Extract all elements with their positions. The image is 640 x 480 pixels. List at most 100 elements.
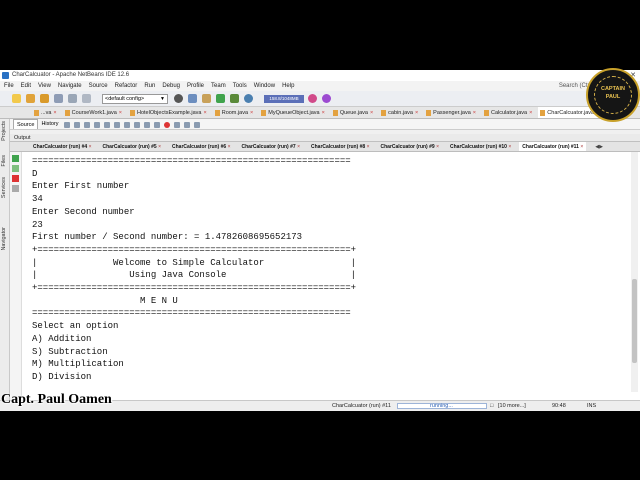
close-tab-icon[interactable]: × — [297, 144, 300, 150]
file-tab[interactable]: Queue.java × — [331, 107, 377, 118]
close-tab-icon[interactable]: × — [228, 144, 231, 150]
memory-meter[interactable]: 158.8/1048MB — [264, 94, 304, 103]
tab-scroll-icon[interactable]: ◀▶ — [595, 142, 603, 151]
uncomment-icon[interactable] — [193, 121, 200, 128]
run-tab[interactable]: CharCalcuator (run) #9 × — [378, 142, 443, 151]
run-tab-active[interactable]: CharCalcuator (run) #11 × — [519, 142, 587, 151]
file-tab[interactable]: MyQueueObject.java × — [259, 107, 329, 118]
java-file-icon — [381, 110, 387, 116]
close-tab-icon[interactable]: × — [508, 144, 511, 150]
run-tab-label: CharCalcuator (run) #8 — [311, 144, 366, 150]
file-tab[interactable]: CourseWork1.java × — [63, 107, 126, 118]
menu-refactor[interactable]: Refactor — [115, 81, 138, 91]
gc-icon[interactable] — [308, 94, 317, 103]
debug-icon[interactable] — [230, 94, 239, 103]
menu-view[interactable]: View — [38, 81, 51, 91]
prev-occurrence-icon[interactable] — [103, 121, 110, 128]
shift-right-icon[interactable] — [153, 121, 160, 128]
tab-source[interactable]: Source — [13, 119, 39, 129]
toggle-highlight-icon[interactable] — [123, 121, 130, 128]
find-icon[interactable] — [93, 121, 100, 128]
run-tab[interactable]: CharCalcuator (run) #10 × — [447, 142, 514, 151]
run-icon[interactable] — [216, 94, 225, 103]
status-task[interactable]: CharCalcuator (run) #11 — [332, 401, 391, 411]
shift-left-icon[interactable] — [143, 121, 150, 128]
console-output[interactable]: ========================================… — [32, 155, 622, 397]
toggle-bookmark-icon[interactable] — [133, 121, 140, 128]
undo-icon[interactable] — [68, 94, 77, 103]
new-file-icon[interactable] — [12, 94, 21, 103]
run-tab[interactable]: CharCalcuator (run) #5 × — [100, 142, 165, 151]
console-scrollbar[interactable] — [631, 152, 638, 392]
redo-icon[interactable] — [82, 94, 91, 103]
close-tab-icon[interactable]: × — [250, 110, 253, 116]
menu-window[interactable]: Window — [254, 81, 275, 91]
close-tab-icon[interactable]: × — [89, 144, 92, 150]
letterbox-top — [0, 0, 640, 70]
run-tab[interactable]: CharCalcuator (run) #4 × — [30, 142, 95, 151]
sidebar-navigator[interactable]: Navigator — [1, 227, 7, 251]
close-tab-icon[interactable]: × — [436, 144, 439, 150]
rerun-icon[interactable] — [12, 155, 19, 162]
close-tab-icon[interactable]: × — [415, 110, 418, 116]
last-edit-icon[interactable] — [63, 121, 70, 128]
menu-run[interactable]: Run — [144, 81, 155, 91]
file-tab[interactable]: ...va × — [32, 107, 61, 118]
close-tab-icon[interactable]: × — [580, 144, 583, 150]
save-all-icon[interactable] — [54, 94, 63, 103]
run-tab[interactable]: CharCalcuator (run) #8 × — [308, 142, 373, 151]
menu-file[interactable]: File — [4, 81, 14, 91]
file-tab[interactable]: cabin.java × — [379, 107, 422, 118]
file-tab[interactable]: Passenger.java × — [424, 107, 480, 118]
next-occurrence-icon[interactable] — [113, 121, 120, 128]
settings-icon[interactable] — [12, 185, 19, 192]
profile-icon[interactable] — [244, 94, 253, 103]
java-file-icon — [484, 110, 489, 116]
menu-tools[interactable]: Tools — [233, 81, 247, 91]
gc2-icon[interactable] — [322, 94, 331, 103]
file-tab[interactable]: Calculator.java × — [482, 107, 536, 118]
menu-debug[interactable]: Debug — [162, 81, 180, 91]
close-tab-icon[interactable]: × — [367, 144, 370, 150]
file-tab[interactable]: Room.java × — [213, 107, 258, 118]
run-tab[interactable]: CharCalcuator (run) #6 × — [169, 142, 234, 151]
comment-icon[interactable] — [183, 121, 190, 128]
sidebar-files[interactable]: Files — [1, 155, 7, 167]
sidebar-services[interactable]: Services — [1, 177, 7, 198]
menu-navigate[interactable]: Navigate — [58, 81, 82, 91]
menu-profile[interactable]: Profile — [187, 81, 204, 91]
output-header: Output — [10, 134, 640, 142]
menu-edit[interactable]: Edit — [21, 81, 31, 91]
tab-history[interactable]: History — [38, 119, 61, 129]
close-tab-icon[interactable]: × — [204, 110, 207, 116]
close-tab-icon[interactable]: × — [53, 110, 56, 116]
run-tabs: CharCalcuator (run) #4 × CharCalcuator (… — [10, 142, 640, 152]
close-tab-icon[interactable]: × — [158, 144, 161, 150]
target-icon[interactable] — [174, 94, 183, 103]
back-icon[interactable] — [73, 121, 80, 128]
build-icon[interactable] — [188, 94, 197, 103]
scrollbar-thumb[interactable] — [632, 279, 637, 363]
menu-source[interactable]: Source — [89, 81, 108, 91]
menu-help[interactable]: Help — [282, 81, 294, 91]
more-tasks[interactable]: [10 more...] — [498, 401, 526, 411]
macro-stop-icon[interactable] — [173, 121, 180, 128]
new-project-icon[interactable] — [26, 94, 35, 103]
close-tab-icon[interactable]: × — [370, 110, 373, 116]
rerun-debug-icon[interactable] — [12, 165, 19, 172]
stop-icon[interactable] — [12, 175, 19, 182]
menu-team[interactable]: Team — [211, 81, 226, 91]
forward-icon[interactable] — [83, 121, 90, 128]
sidebar-projects[interactable]: Projects — [1, 121, 7, 141]
clean-build-icon[interactable] — [202, 94, 211, 103]
open-project-icon[interactable] — [40, 94, 49, 103]
config-select[interactable]: <default config> ▼ — [102, 93, 168, 104]
close-tab-icon[interactable]: × — [119, 110, 122, 116]
macro-record-icon[interactable] — [163, 121, 170, 128]
close-tab-icon[interactable]: × — [322, 110, 325, 116]
close-tab-icon[interactable]: × — [529, 110, 532, 116]
run-tab[interactable]: CharCalcuator (run) #7 × — [239, 142, 304, 151]
close-tab-icon[interactable]: × — [473, 110, 476, 116]
file-tab[interactable]: HotelObjectsExample.java × — [128, 107, 211, 118]
close-progress-icon[interactable]: □ — [490, 401, 493, 411]
